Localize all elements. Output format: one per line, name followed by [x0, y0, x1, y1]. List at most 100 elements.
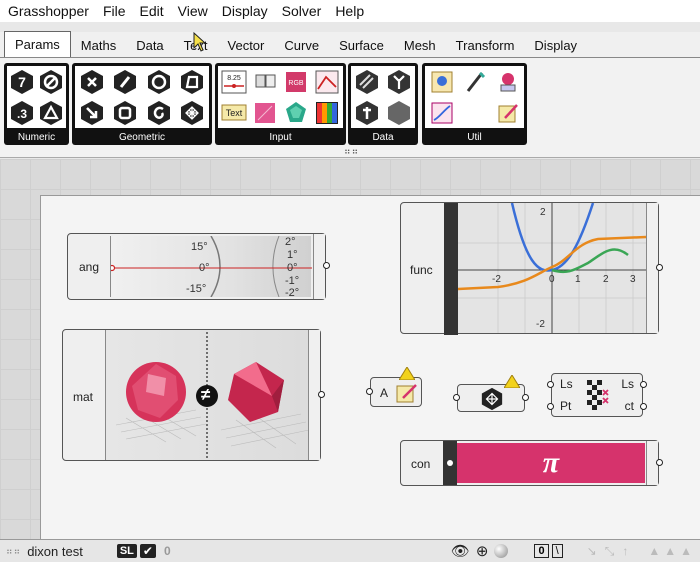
- list-port-in-ls[interactable]: [547, 381, 554, 388]
- color-icon-label: RGB: [289, 80, 305, 87]
- menu-display[interactable]: Display: [216, 0, 274, 22]
- point-param-icon[interactable]: [76, 67, 108, 96]
- util-blank-icon: [459, 98, 490, 127]
- boolean-toggle-icon[interactable]: [250, 67, 279, 96]
- tab-surface[interactable]: Surface: [329, 35, 394, 57]
- function-graph-component[interactable]: func 2 -2 -2 0 1 2 3: [400, 202, 663, 335]
- mesh-param-component[interactable]: [453, 375, 529, 412]
- tick-right-0: 0°: [287, 262, 298, 274]
- sphere-icon[interactable]: [494, 544, 509, 558]
- edit-note-icon[interactable]: [492, 98, 523, 127]
- group-label-data: Data: [372, 132, 394, 143]
- text-param-icon[interactable]: [352, 98, 382, 127]
- gradient-icon[interactable]: [250, 98, 279, 127]
- slider-icon-value: 8.25: [227, 75, 241, 82]
- material-output-port[interactable]: [318, 391, 325, 398]
- constant-output-port[interactable]: [656, 459, 663, 466]
- menu-view[interactable]: View: [172, 0, 214, 22]
- color-swatch-icon[interactable]: RGB: [282, 67, 311, 96]
- panel-a-label: A: [380, 386, 389, 400]
- function-graph-area: 2 -2 -2 0 1 2 3: [457, 202, 647, 333]
- viewer-icon[interactable]: [426, 67, 457, 96]
- menu-grasshopper[interactable]: Grasshopper: [2, 0, 95, 22]
- geometry-param-icon[interactable]: [384, 98, 414, 127]
- mesh-param-icon[interactable]: [177, 98, 209, 127]
- tab-params[interactable]: Params: [4, 31, 71, 57]
- text-panel-icon[interactable]: Text: [219, 98, 248, 127]
- integer-param-icon[interactable]: 7: [8, 67, 36, 96]
- list-port-out-ct[interactable]: [640, 403, 647, 410]
- function-graph-name: func: [410, 263, 433, 277]
- angle-param-icon[interactable]: [38, 67, 66, 96]
- domain-param-icon[interactable]: [38, 98, 66, 127]
- tab-mesh[interactable]: Mesh: [394, 35, 446, 57]
- tab-maths[interactable]: Maths: [71, 35, 126, 57]
- func-y-tick-neg2: -2: [536, 319, 545, 330]
- circle-param-icon[interactable]: [143, 67, 175, 96]
- list-port-out-ls[interactable]: [640, 381, 647, 388]
- list-port-in-pt[interactable]: [547, 403, 554, 410]
- zero-toggle[interactable]: 0: [534, 544, 549, 558]
- gem-material-icon[interactable]: [282, 98, 311, 127]
- panel-warning-icon: [399, 367, 415, 380]
- numeric-glyph-point3: .3: [17, 107, 27, 121]
- group-util: Util: [422, 63, 527, 145]
- tab-display[interactable]: Display: [524, 35, 587, 57]
- menu-help[interactable]: Help: [329, 0, 370, 22]
- group-geometric: Geometric: [72, 63, 212, 145]
- color-picker-icon[interactable]: [313, 98, 342, 127]
- graph-mapper-icon[interactable]: [313, 67, 342, 96]
- tab-transform[interactable]: Transform: [446, 35, 525, 57]
- menu-file[interactable]: File: [97, 0, 132, 22]
- list-component[interactable]: Ls Pt Ls ct: [547, 373, 647, 417]
- constant-pi-component[interactable]: con π: [400, 440, 663, 486]
- sl-badge[interactable]: SL: [116, 544, 137, 558]
- angle-output-port[interactable]: [323, 262, 330, 269]
- data-param-icon[interactable]: [352, 67, 382, 96]
- material-preview-component[interactable]: mat ≠: [62, 329, 325, 461]
- curve-param-icon[interactable]: [143, 98, 175, 127]
- func-x-tick-0: 0: [549, 274, 555, 285]
- line-param-icon[interactable]: [110, 67, 142, 96]
- list-output-ls: Ls: [621, 377, 634, 391]
- tab-curve[interactable]: Curve: [274, 35, 329, 57]
- constant-input-port[interactable]: [447, 460, 453, 466]
- mesh-warning-icon: [504, 375, 520, 388]
- panel-a-component[interactable]: A: [366, 367, 422, 407]
- tick-right-1: 1°: [287, 249, 298, 261]
- pen-icon[interactable]: [459, 67, 490, 96]
- menu-solver[interactable]: Solver: [276, 0, 328, 22]
- vector-param-icon[interactable]: [76, 98, 108, 127]
- function-output-port[interactable]: [656, 264, 663, 271]
- angle-slider-component[interactable]: ang 15° 0° -15° 2° 1° 0° -1° -2°: [67, 233, 330, 300]
- mesh-input-port[interactable]: [453, 394, 460, 401]
- menu-edit[interactable]: Edit: [134, 0, 170, 22]
- mesh-output-port[interactable]: [522, 394, 529, 401]
- angle-slider-dial[interactable]: 15° 0° -15° 2° 1° 0° -1° -2°: [108, 235, 312, 299]
- number-param-icon[interactable]: .3: [8, 98, 36, 127]
- group-input: 8.25 RGB Text Input: [215, 63, 346, 145]
- alert-icon-1: ▲: [648, 544, 661, 558]
- number-slider-icon[interactable]: 8.25: [219, 67, 248, 96]
- rectangle-param-icon[interactable]: [110, 98, 142, 127]
- ribbon-resize-grip[interactable]: ⠶⠶: [344, 146, 359, 157]
- tab-vector[interactable]: Vector: [218, 35, 275, 57]
- panel-a-input-port[interactable]: [366, 388, 373, 395]
- surface-param-icon[interactable]: [177, 67, 209, 96]
- graph-curve-icon[interactable]: [426, 98, 457, 127]
- globe-icon[interactable]: ⊕: [476, 542, 489, 560]
- snap-icon-1: ↘: [586, 544, 597, 558]
- function-plot-svg: [457, 202, 647, 333]
- data-tree-icon[interactable]: [384, 67, 414, 96]
- component-ribbon: 7 .3 Numeric Geometric 8.25 RGB Text Inp…: [0, 58, 700, 158]
- document-name: dixon test: [27, 543, 83, 559]
- tick-right-neg1: -1°: [285, 275, 300, 287]
- tab-data[interactable]: Data: [126, 35, 173, 57]
- check-icon[interactable]: ✔: [139, 544, 156, 558]
- wire-toggle-icon[interactable]: \: [551, 544, 563, 558]
- pi-symbol: π: [542, 446, 560, 479]
- numeric-glyph-7: 7: [18, 74, 26, 90]
- cluster-icon[interactable]: [492, 67, 523, 96]
- group-label-geometric: Geometric: [118, 132, 166, 143]
- eye-icon[interactable]: 👁: [451, 542, 470, 560]
